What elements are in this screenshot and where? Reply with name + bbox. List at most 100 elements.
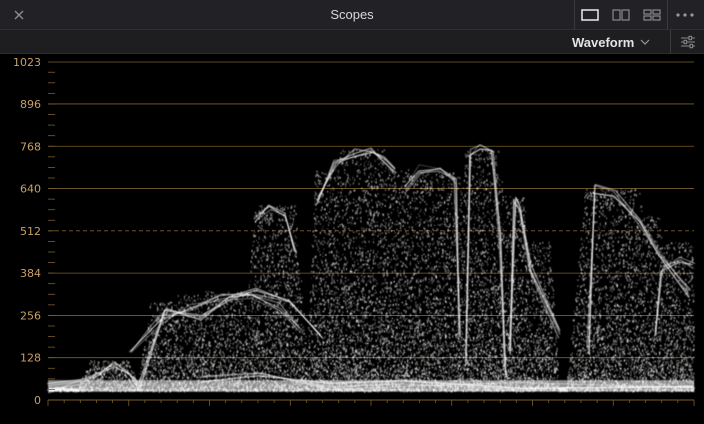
trace-sample <box>155 315 157 317</box>
trace-sample <box>199 337 201 340</box>
trace-sample <box>259 227 261 229</box>
trace-sample <box>166 358 168 361</box>
trace-sample <box>151 364 153 366</box>
trace-sample <box>207 363 209 366</box>
trace-sample <box>272 362 274 364</box>
trace-sample <box>222 372 224 375</box>
trace-sample <box>268 349 270 352</box>
trace-sample <box>274 234 276 237</box>
trace-sample <box>284 284 286 286</box>
trace-sample <box>152 374 154 376</box>
trace-sample <box>288 335 290 338</box>
trace-sample <box>292 372 294 374</box>
scope-settings-button[interactable] <box>670 30 704 54</box>
trace-sample <box>279 278 281 280</box>
single-layout-button[interactable] <box>577 5 603 25</box>
trace-sample <box>281 259 283 262</box>
trace-sample <box>316 373 318 375</box>
y-axis-label: 512 <box>20 225 41 238</box>
trace-sample <box>143 362 145 365</box>
trace-sample <box>299 369 301 371</box>
trace-sample <box>228 370 230 373</box>
trace-sample <box>319 282 320 285</box>
trace-sample <box>283 349 284 351</box>
trace-sample <box>315 236 317 238</box>
trace-sample <box>281 243 283 246</box>
quad-layout-button[interactable] <box>639 5 665 25</box>
trace-sample <box>247 343 248 345</box>
trace-sample <box>312 319 314 322</box>
trace-sample <box>248 286 250 288</box>
close-button[interactable] <box>8 5 30 25</box>
trace-sample <box>264 267 266 270</box>
trace-sample <box>249 280 251 282</box>
trace-sample <box>175 321 176 325</box>
trace-sample <box>288 257 290 259</box>
trace-sample <box>162 371 164 374</box>
trace-sample <box>174 366 176 368</box>
trace-sample <box>108 376 110 379</box>
trace-sample <box>302 367 304 370</box>
trace-sample <box>294 355 296 357</box>
trace-sample <box>217 335 219 338</box>
trace-sample <box>292 325 293 329</box>
trace-sample <box>209 378 211 381</box>
more-options-button[interactable] <box>672 5 698 25</box>
trace-sample <box>150 371 152 373</box>
dual-layout-button[interactable] <box>608 5 634 25</box>
trace-sample <box>267 271 269 273</box>
trace-sample <box>247 368 249 370</box>
trace-sample <box>303 370 305 373</box>
trace-sample <box>280 362 282 365</box>
trace-sample <box>229 369 230 371</box>
trace-sample <box>220 352 221 356</box>
trace-sample <box>167 370 169 374</box>
waveform-scope[interactable]: 1023 896 768 640 512 384 256 128 0 <box>0 54 704 424</box>
trace-sample <box>105 376 107 378</box>
trace-sample <box>292 301 294 303</box>
trace-sample <box>250 340 252 343</box>
trace-sample <box>231 316 233 319</box>
y-axis-label: 256 <box>20 309 41 322</box>
trace-sample <box>311 371 313 374</box>
trace-sample <box>262 363 264 366</box>
trace-sample <box>289 261 291 263</box>
trace-sample <box>193 343 194 345</box>
trace-sample <box>264 217 266 220</box>
trace-sample <box>283 362 284 364</box>
trace-sample <box>292 223 293 226</box>
trace-sample <box>247 361 248 364</box>
trace-sample <box>242 372 244 374</box>
trace-sample <box>208 343 210 346</box>
trace-sample <box>247 358 248 361</box>
trace-sample <box>162 359 164 362</box>
trace-sample <box>290 207 292 210</box>
trace-sample <box>93 367 95 369</box>
trace-sample <box>298 366 300 368</box>
trace-sample <box>277 354 279 357</box>
trace-sample <box>279 369 281 371</box>
trace-sample <box>265 314 267 316</box>
trace-sample <box>151 369 153 371</box>
trace-sample <box>201 351 203 354</box>
trace-sample <box>283 354 284 356</box>
trace-sample <box>307 374 309 377</box>
trace-sample <box>148 346 150 348</box>
trace-sample <box>174 367 176 369</box>
trace-sample <box>300 328 302 331</box>
trace-sample <box>229 301 231 303</box>
trace-sample <box>301 344 303 346</box>
trace-sample <box>317 186 319 188</box>
trace-sample <box>236 302 238 305</box>
trace-sample <box>185 330 187 333</box>
trace-sample <box>260 341 262 344</box>
trace-sample <box>319 359 321 361</box>
scope-mode-dropdown[interactable]: Waveform <box>572 32 664 52</box>
trace-sample <box>293 206 295 208</box>
trace-sample <box>311 362 313 366</box>
trace-sample <box>319 357 320 360</box>
trace-sample <box>248 317 250 320</box>
trace-sample <box>312 230 314 233</box>
trace-sample <box>198 341 200 343</box>
trace-sample <box>229 333 231 336</box>
